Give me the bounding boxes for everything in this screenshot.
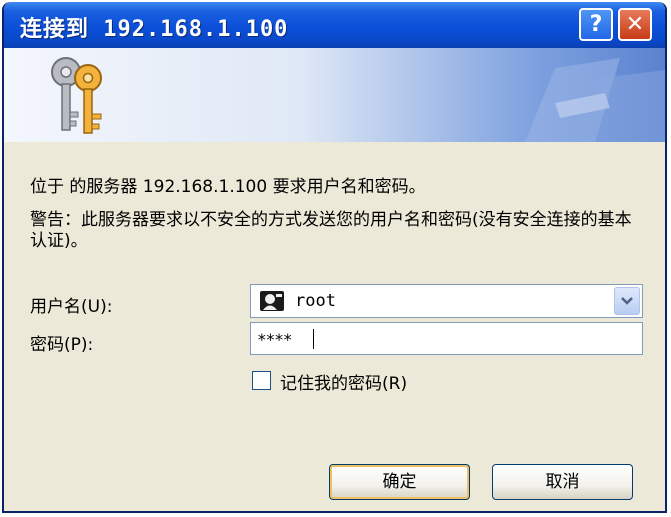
server-message: 位于 的服务器 192.168.1.100 要求用户名和密码。 bbox=[30, 177, 426, 197]
ok-button[interactable]: 确定 bbox=[329, 464, 470, 500]
login-dialog: 连接到 192.168.1.100 ? ✕ 位于 的服务器 192.168.1.… bbox=[2, 2, 667, 513]
remember-checkbox[interactable] bbox=[252, 371, 271, 390]
title-bar[interactable]: 连接到 192.168.1.100 ? ✕ bbox=[4, 2, 665, 48]
close-button[interactable]: ✕ bbox=[618, 8, 652, 41]
dropdown-button[interactable] bbox=[614, 287, 640, 315]
chevron-down-icon bbox=[621, 297, 633, 305]
password-label: 密码(P): bbox=[30, 335, 94, 355]
help-button[interactable]: ? bbox=[579, 8, 613, 41]
dialog-banner bbox=[4, 48, 665, 142]
password-value: **** bbox=[257, 330, 293, 349]
security-warning: 警告：此服务器要求以不安全的方式发送您的用户名和密码(没有安全连接的基本认证)。 bbox=[30, 210, 632, 251]
remember-label: 记住我的密码(R) bbox=[280, 374, 408, 394]
cancel-button[interactable]: 取消 bbox=[492, 464, 633, 500]
password-field[interactable]: **** bbox=[250, 322, 643, 355]
username-label: 用户名(U): bbox=[30, 297, 113, 317]
text-cursor bbox=[313, 329, 314, 349]
window-title: 连接到 192.168.1.100 bbox=[20, 17, 289, 42]
username-combobox[interactable]: root bbox=[250, 284, 643, 318]
user-icon bbox=[260, 291, 284, 311]
keys-icon bbox=[51, 57, 102, 134]
banner-decoration bbox=[525, 58, 665, 142]
username-value: root bbox=[295, 291, 336, 311]
